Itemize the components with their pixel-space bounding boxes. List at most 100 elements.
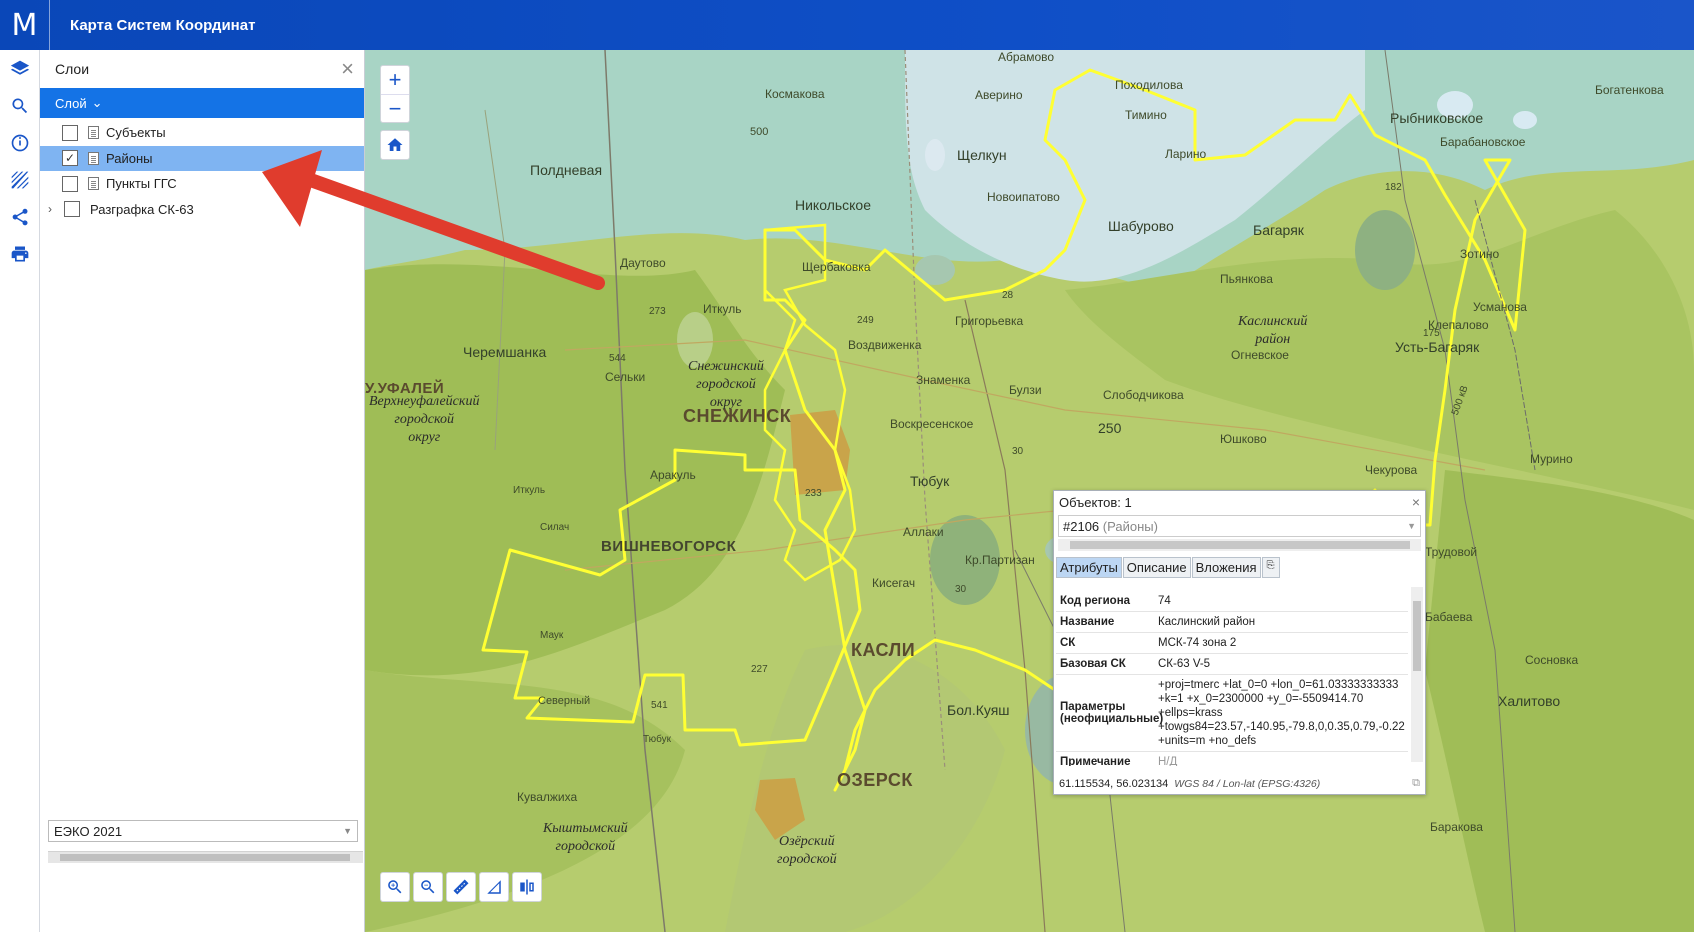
tab-attributes[interactable]: Атрибуты: [1056, 557, 1122, 578]
map-label: 250: [1098, 420, 1122, 436]
coordinates-bar: 61.115534, 56.023134 WGS 84 / Lon-lat (EP…: [1059, 777, 1420, 790]
layer-label: Пункты ГГС: [106, 176, 177, 192]
map-label: Тюбук: [910, 473, 950, 489]
map-label: Космакова: [765, 87, 825, 101]
close-icon[interactable]: ×: [1412, 494, 1420, 510]
map-label: Огневское: [1231, 348, 1289, 362]
map-label: Аллаки: [903, 525, 944, 539]
layer-checkbox[interactable]: [64, 201, 80, 218]
layer-item-districts[interactable]: ✓ Районы: [40, 145, 364, 171]
tab-attachments[interactable]: Вложения: [1191, 557, 1261, 578]
popup-horizontal-scrollbar[interactable]: [1058, 539, 1421, 551]
zoom-in-button[interactable]: +: [381, 66, 409, 94]
dropdown-arrow-icon: ▼: [343, 826, 352, 836]
map-label: Бол.Куяш: [947, 702, 1010, 718]
popup-title: Объектов: 1: [1059, 494, 1132, 510]
map-label: Шабурово: [1108, 218, 1174, 234]
print-icon[interactable]: [0, 235, 40, 272]
layer-checkbox[interactable]: ✓: [62, 150, 78, 167]
popup-vertical-scrollbar[interactable]: [1411, 587, 1423, 762]
map-label: Кисегач: [872, 576, 916, 590]
ruler-icon: [453, 879, 469, 895]
layer-item-ggs-points[interactable]: Пункты ГГС: [40, 171, 364, 197]
object-select[interactable]: #2106 (Районы) ▼: [1058, 515, 1421, 537]
document-icon: [88, 126, 99, 140]
map-label: Черемшанка: [463, 344, 547, 360]
map-label: Зотино: [1460, 247, 1500, 261]
chevron-right-icon[interactable]: ›: [48, 202, 58, 216]
attr-key: Базовая СК: [1060, 658, 1126, 670]
map-label: Аверино: [975, 88, 1023, 102]
close-icon[interactable]: ×: [341, 58, 354, 80]
map-label: Кр.Партизан: [965, 553, 1035, 567]
zoom-in-icon: [388, 880, 402, 894]
hatch-icon[interactable]: [0, 161, 40, 198]
map-label: Усманова: [1473, 300, 1527, 314]
popup-tabs: Атрибуты Описание Вложения ⎘: [1056, 557, 1423, 578]
ruler-button[interactable]: [446, 872, 476, 902]
map-label: Сосновка: [1525, 653, 1579, 667]
attr-key: Название: [1060, 616, 1115, 628]
map-label: Чекурова: [1365, 463, 1418, 477]
paste-icon[interactable]: ⎘: [1261, 557, 1280, 578]
search-icon[interactable]: [0, 87, 40, 124]
zoom-out-icon: [421, 880, 435, 894]
area-measure-button[interactable]: [479, 872, 509, 902]
map-label: Халитово: [1498, 693, 1561, 709]
map-label: Тюбук: [643, 734, 672, 745]
region-label: Озёрский городской: [777, 834, 837, 867]
attr-value: МСК-74 зона 2: [1158, 637, 1237, 649]
map-label: ВИШНЕВОГОРСК: [601, 538, 737, 555]
layer-checkbox[interactable]: [62, 175, 78, 192]
app-title: Карта Систем Координат: [70, 16, 256, 34]
basemap-select[interactable]: ЕЭКО 2021 ▼: [48, 820, 358, 842]
zoom-out-tool-button[interactable]: [413, 872, 443, 902]
layer-checkbox[interactable]: [62, 124, 78, 141]
layers-icon[interactable]: [0, 50, 40, 87]
layer-item-sk63-grid[interactable]: › Разграфка СК-63: [40, 197, 364, 223]
map-label: 30: [955, 584, 967, 595]
map-label: Рыбниковское: [1390, 110, 1484, 126]
map-label: Баракова: [1430, 820, 1483, 834]
map-label: Щелкун: [957, 147, 1007, 163]
map-label: 227: [751, 664, 768, 675]
compare-button[interactable]: [512, 872, 542, 902]
attr-key: Примечание: [1060, 756, 1131, 766]
attr-key: Код региона: [1060, 595, 1131, 607]
table-row: Название Каслинский район: [1056, 612, 1408, 633]
app-header: M Карта Систем Координат: [0, 0, 1694, 50]
area-icon: [487, 880, 501, 894]
copy-icon[interactable]: ⧉: [1412, 777, 1420, 790]
map-label: Тимино: [1125, 108, 1167, 122]
document-icon: [88, 177, 99, 191]
panel-scrollbar[interactable]: [48, 851, 363, 863]
share-icon[interactable]: [0, 198, 40, 235]
map-label: Силач: [540, 522, 570, 533]
home-icon: [387, 138, 403, 151]
region-label: Снежинский городской округ: [688, 359, 764, 410]
home-button[interactable]: [380, 130, 410, 160]
map-label: Маук: [540, 630, 564, 641]
table-row: Базовая СК СК-63 V-5: [1056, 654, 1408, 675]
map-label: 273: [649, 306, 666, 317]
table-row: Параметры (неофициальные) +proj=tmerc +l…: [1056, 675, 1408, 752]
map-label: ОЗЕРСК: [837, 770, 913, 790]
crs-value: WGS 84 / Lon-lat (EPSG:4326): [1174, 777, 1321, 790]
map-label: Никольское: [795, 197, 872, 213]
map-label: 544: [609, 353, 626, 364]
map-label: 28: [1002, 290, 1014, 301]
map-view[interactable]: Абрамово Походилова Богатенкова Космаков…: [365, 50, 1694, 932]
zoom-out-button[interactable]: −: [381, 94, 409, 122]
app-logo[interactable]: M: [0, 0, 50, 50]
tab-description[interactable]: Описание: [1122, 557, 1191, 578]
object-layer: (Районы): [1102, 518, 1158, 534]
dropdown-arrow-icon: ▼: [1407, 521, 1416, 531]
map-label: Трудовой: [1425, 545, 1478, 559]
map-label: Богатенкова: [1595, 83, 1664, 97]
region-label: Кыштымский городской: [543, 821, 628, 854]
layer-dropdown[interactable]: Слой ⌄: [40, 88, 364, 118]
info-icon[interactable]: [0, 124, 40, 161]
zoom-in-tool-button[interactable]: [380, 872, 410, 902]
layer-item-subjects[interactable]: Субъекты: [40, 120, 364, 146]
attr-value: 74: [1158, 595, 1171, 607]
